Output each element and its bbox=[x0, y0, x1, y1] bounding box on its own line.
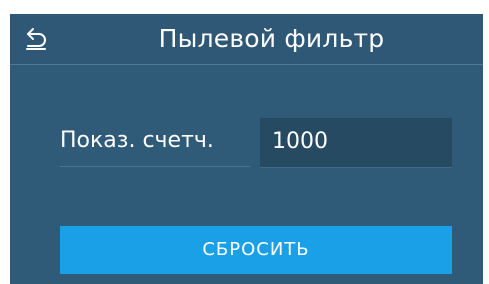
counter-value-field[interactable]: 1000 bbox=[260, 118, 452, 168]
reset-button[interactable]: СБРОСИТЬ bbox=[60, 226, 452, 274]
dust-filter-screen: Пылевой фильтр Показ. счетч. 1000 СБРОСИ… bbox=[10, 14, 483, 284]
counter-label: Показ. счетч. bbox=[60, 128, 214, 153]
header-bar: Пылевой фильтр bbox=[10, 14, 483, 65]
back-arrow-icon bbox=[26, 28, 46, 50]
page-title: Пылевой фильтр bbox=[158, 24, 385, 53]
label-divider bbox=[60, 166, 250, 167]
back-button[interactable] bbox=[24, 26, 50, 52]
